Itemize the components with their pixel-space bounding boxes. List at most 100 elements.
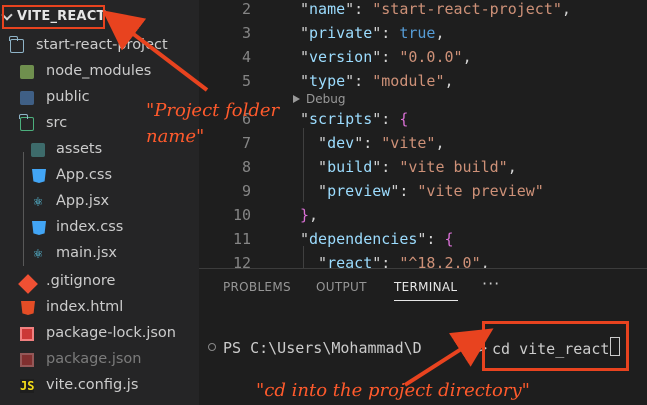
code-token: "vite preview"	[417, 182, 544, 200]
line-number: 2	[241, 0, 251, 18]
code-token: ":	[372, 158, 400, 176]
code-token: ":	[390, 182, 418, 200]
code-token: "start-react-project"	[372, 0, 562, 18]
code-text: "preview": "vite preview"	[300, 182, 544, 200]
tree-item-app-css[interactable]: App.css	[0, 164, 199, 188]
code-token: ":	[417, 230, 445, 248]
node-folder-icon	[20, 65, 34, 79]
code-token: ":	[372, 24, 400, 42]
code-token: ":	[372, 110, 400, 128]
line-number: 9	[241, 182, 251, 200]
tree-item-node-modules[interactable]: node_modules	[0, 60, 199, 84]
line-number: 3	[241, 24, 251, 42]
code-text: "build": "vite build",	[300, 158, 517, 176]
code-token: react	[327, 254, 373, 268]
tree-item-package-lock-json[interactable]: package-lock.json	[0, 322, 199, 346]
code-token: "	[300, 254, 328, 268]
active-tab-indicator	[394, 300, 458, 301]
code-token: dependencies	[309, 230, 418, 248]
tab-output[interactable]: OUTPUT	[316, 280, 367, 294]
code-token: "	[300, 110, 310, 128]
terminal-status-icon	[208, 343, 216, 351]
code-line[interactable]: 11 "dependencies": {	[199, 228, 647, 252]
code-text: "dev": "vite",	[300, 134, 445, 152]
prompt-path: PS C:\Users\Mohammad\D	[223, 339, 422, 357]
assets-folder-icon	[31, 143, 45, 157]
terminal-prompt[interactable]: PS C:\Users\Mohammad\D p>	[208, 339, 487, 357]
code-token: {	[399, 110, 409, 128]
tree-item-label: start-react-project	[36, 37, 168, 53]
folder-icon	[20, 91, 34, 105]
annotation-box-root	[2, 5, 105, 29]
npm-file-icon	[20, 353, 34, 367]
line-number: 10	[232, 206, 251, 224]
css-file-icon	[32, 169, 46, 183]
code-token: }	[300, 206, 310, 224]
code-text: "dependencies": {	[300, 230, 454, 248]
code-token: ":	[345, 0, 373, 18]
css-file-icon	[32, 221, 46, 235]
code-token: ":	[372, 254, 400, 268]
code-text: },	[300, 206, 318, 224]
code-token: ,	[507, 158, 517, 176]
npm-file-icon	[20, 327, 34, 341]
tree-item-main-jsx[interactable]: ⚛ main.jsx	[0, 242, 199, 266]
code-line[interactable]: 8 "build": "vite build",	[199, 156, 647, 180]
explorer-sidebar: VITE_REACT start-react-project node_modu…	[0, 0, 199, 405]
tree-item-label: vite.config.js	[46, 377, 139, 393]
line-number: 12	[232, 254, 251, 268]
code-token: "module"	[372, 72, 445, 90]
code-line[interactable]: 2 "name": "start-react-project",	[199, 0, 647, 22]
code-token: version	[309, 48, 373, 66]
code-text: "scripts": {	[300, 110, 408, 128]
tree-item-label: App.css	[56, 167, 113, 183]
tree-item-start-react-project[interactable]: start-react-project	[0, 34, 199, 58]
code-line[interactable]: 3 "private": true,	[199, 22, 647, 46]
code-token: name	[309, 0, 346, 18]
tree-item-label: App.jsx	[56, 193, 110, 209]
code-token: ":	[354, 134, 382, 152]
code-token: ,	[480, 254, 490, 268]
code-token: "vite build"	[399, 158, 508, 176]
code-token: private	[309, 24, 373, 42]
tree-item-label: package-lock.json	[46, 325, 176, 341]
tab-terminal[interactable]: TERMINAL	[394, 280, 457, 294]
code-token: "	[300, 158, 328, 176]
codelens-debug[interactable]: Debug	[293, 92, 345, 110]
more-actions-icon[interactable]: ···	[482, 274, 500, 293]
tree-item-index-css[interactable]: index.css	[0, 216, 199, 240]
code-line[interactable]: 5 "type": "module",	[199, 70, 647, 94]
code-token: "	[300, 134, 328, 152]
code-line[interactable]: 10},	[199, 204, 647, 228]
react-file-icon: ⚛	[32, 247, 44, 261]
line-number: 4	[241, 48, 251, 66]
tree-item-label: node_modules	[46, 63, 152, 79]
code-line[interactable]: 9 "preview": "vite preview"	[199, 180, 647, 204]
code-line[interactable]: 4 "version": "0.0.0",	[199, 46, 647, 70]
tree-item-vite-config-js[interactable]: JS vite.config.js	[0, 374, 199, 398]
tree-item-gitignore[interactable]: .gitignore	[0, 270, 199, 294]
tree-item-label: .gitignore	[46, 273, 116, 289]
line-number: 8	[241, 158, 251, 176]
tree-item-app-jsx[interactable]: ⚛ App.jsx	[0, 190, 199, 214]
code-token: ,	[309, 206, 319, 224]
code-token: ,	[435, 134, 445, 152]
tree-item-label: index.html	[46, 299, 124, 315]
annotation-terminal-note: "cd into the project directory"	[256, 380, 530, 401]
tab-problems[interactable]: PROBLEMS	[223, 280, 291, 294]
code-token: type	[309, 72, 346, 90]
code-text: "type": "module",	[300, 72, 454, 90]
line-number: 11	[232, 230, 251, 248]
code-token: true	[399, 24, 436, 42]
code-token: build	[327, 158, 373, 176]
code-token: "	[300, 72, 310, 90]
git-file-icon	[18, 274, 38, 294]
tree-item-index-html[interactable]: index.html	[0, 296, 199, 320]
code-token: "	[300, 182, 328, 200]
tree-item-package-json[interactable]: package.json	[0, 348, 199, 372]
code-line[interactable]: 12 "react": "^18.2.0",	[199, 252, 647, 268]
tree-item-label: main.jsx	[56, 245, 118, 261]
code-token: "	[300, 24, 310, 42]
tree-item-label: src	[46, 115, 68, 131]
code-token: ,	[444, 72, 454, 90]
